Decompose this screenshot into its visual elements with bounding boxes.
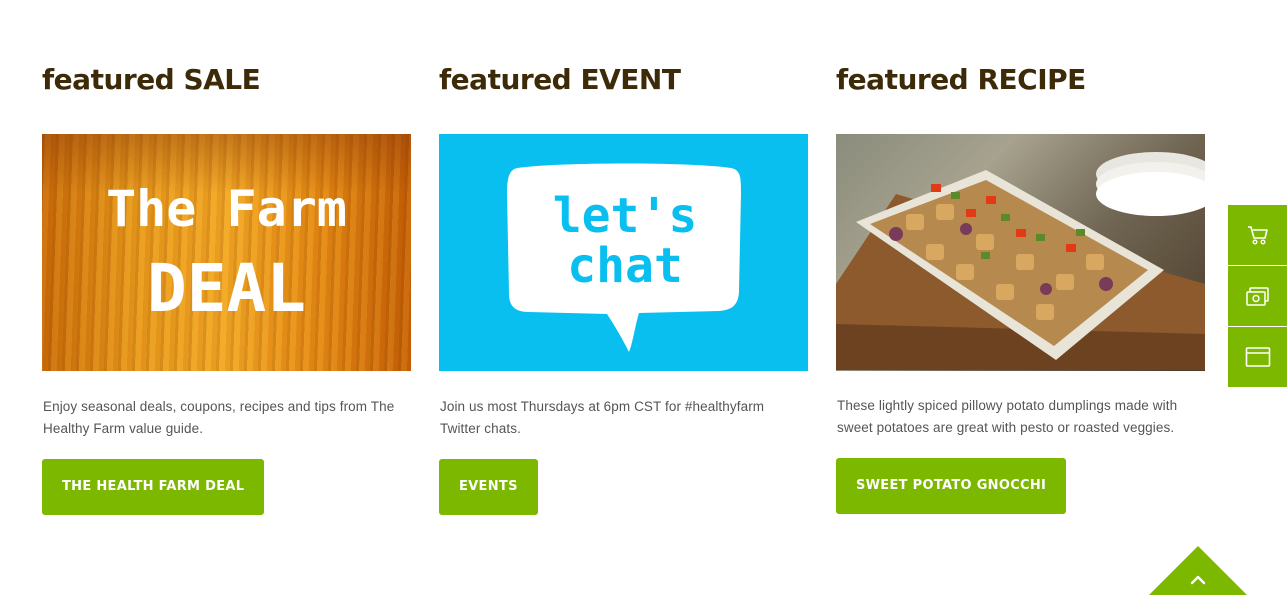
lets-chat-image-line1: let's: [552, 188, 698, 244]
browser-window-icon: [1245, 347, 1270, 367]
featured-event-heading: featured EVENT: [439, 63, 681, 96]
farm-deal-image-line1: The Farm: [106, 180, 347, 238]
back-to-top-button[interactable]: [1149, 546, 1247, 595]
cart-icon: [1247, 226, 1268, 245]
featured-sale-description: Enjoy seasonal deals, coupons, recipes a…: [43, 399, 395, 436]
events-button[interactable]: EVENTS: [439, 459, 538, 515]
food-photo-illustration: [836, 152, 1205, 370]
sweet-potato-gnocchi-button[interactable]: SWEET POTATO GNOCCHI: [836, 458, 1067, 514]
farm-deal-image[interactable]: The Farm DEAL: [42, 134, 411, 371]
lets-chat-image[interactable]: let's chat: [439, 134, 808, 371]
featured-recipe-description: These lightly spiced pillowy potato dump…: [837, 398, 1178, 435]
featured-recipe-heading: featured RECIPE: [836, 63, 1086, 96]
floating-sidebar: [1228, 205, 1287, 388]
cart-button[interactable]: [1228, 205, 1287, 265]
featured-sale-heading: featured SALE: [42, 63, 261, 96]
health-farm-deal-button[interactable]: THE HEALTH FARM DEAL: [42, 459, 265, 515]
browser-window-button[interactable]: [1228, 327, 1287, 387]
coupon-button[interactable]: [1228, 266, 1287, 326]
coupon-icon: [1245, 287, 1269, 306]
featured-event-description: Join us most Thursdays at 6pm CST for #h…: [440, 399, 765, 436]
lets-chat-image-line2: chat: [567, 238, 683, 294]
farm-deal-image-line2: DEAL: [147, 250, 306, 327]
sweet-potato-dish-image[interactable]: [836, 134, 1205, 371]
